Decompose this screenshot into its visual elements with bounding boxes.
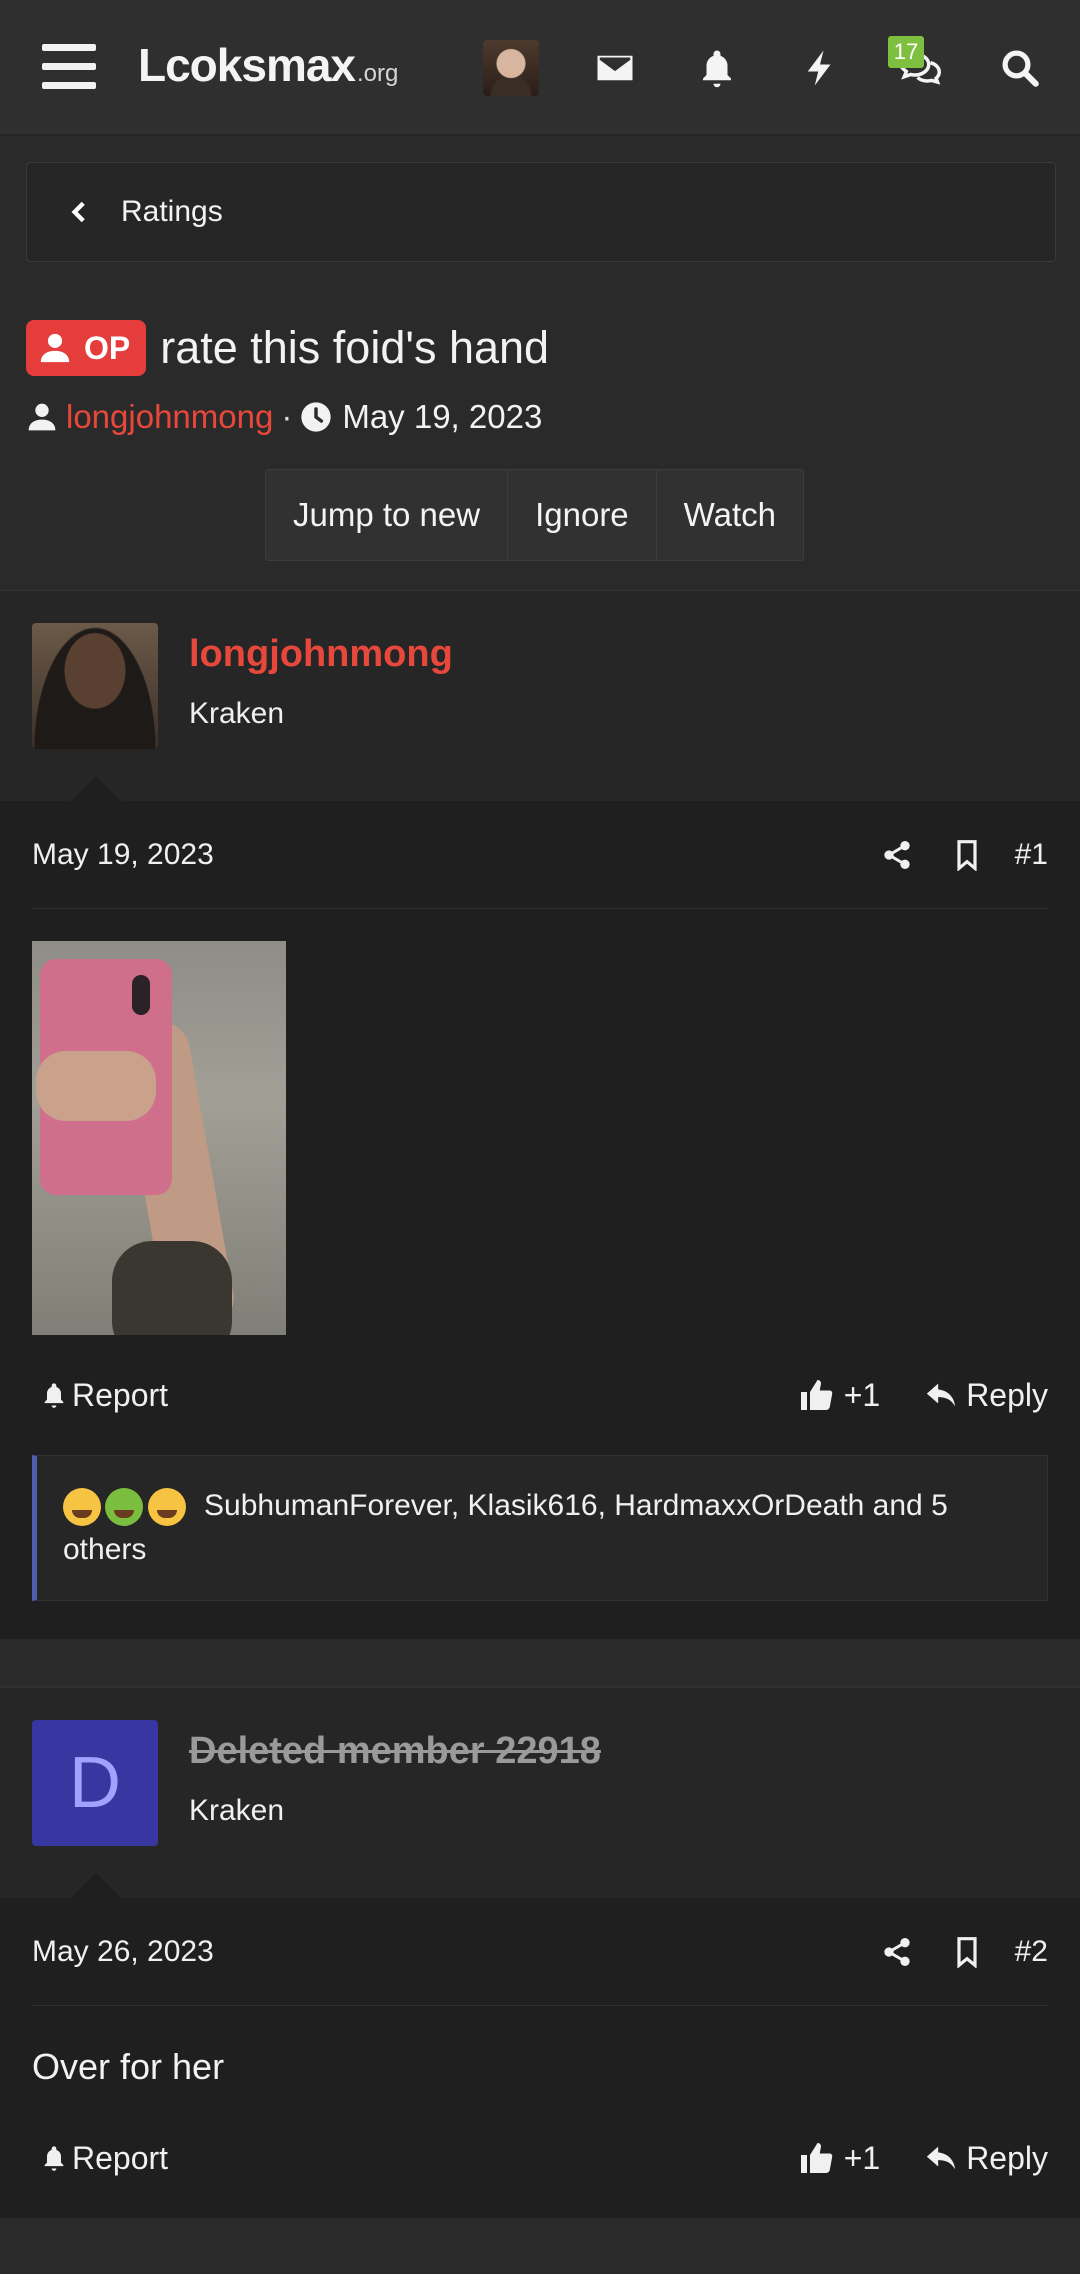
post-username: Deleted member 22918 <box>189 1730 601 1772</box>
bell-icon[interactable] <box>689 40 745 96</box>
share-icon[interactable] <box>862 1936 932 1968</box>
conversations-count-badge: 17 <box>888 36 924 68</box>
reply-button[interactable]: Reply <box>924 2140 1048 2177</box>
post-text: Over for her <box>32 2046 225 2087</box>
attachment-image[interactable] <box>32 941 286 1335</box>
sick-emoji-icon <box>105 1488 144 1527</box>
bookmark-icon[interactable] <box>932 839 1002 871</box>
post-user-block: longjohnmong Kraken <box>0 591 1080 802</box>
chevron-left-icon <box>67 199 93 225</box>
reply-button[interactable]: Reply <box>924 1377 1048 1414</box>
post-user-block: D Deleted member 22918 Kraken <box>0 1688 1080 1899</box>
thumbs-up-icon <box>800 2143 832 2173</box>
avatar[interactable] <box>32 623 158 749</box>
bookmark-icon[interactable] <box>932 1936 1002 1968</box>
report-button[interactable]: Report <box>32 2140 798 2177</box>
thread-author-link[interactable]: longjohnmong <box>66 398 273 436</box>
thread-header: OP rate this foid's hand longjohnmong · … <box>26 320 1056 436</box>
user-rank: Kraken <box>189 697 285 730</box>
reply-icon <box>927 2146 956 2170</box>
like-button[interactable]: +1 <box>798 2140 880 2177</box>
report-button[interactable]: Report <box>32 1377 798 1414</box>
user-icon <box>40 333 70 363</box>
user-icon <box>28 403 56 431</box>
envelope-icon[interactable] <box>587 40 643 96</box>
user-block-caret <box>70 776 122 802</box>
post-number[interactable]: #1 <box>1004 838 1048 872</box>
thread-title: rate this foid's hand <box>160 322 550 373</box>
menu-icon[interactable] <box>42 44 96 90</box>
clock-icon <box>301 402 332 432</box>
like-button[interactable]: +1 <box>798 1377 880 1414</box>
op-badge: OP <box>26 320 147 376</box>
share-icon[interactable] <box>862 839 932 871</box>
user-rank: Kraken <box>189 1794 285 1827</box>
post-2: D Deleted member 22918 Kraken May 26, 20… <box>0 1686 1080 2218</box>
watch-button[interactable]: Watch <box>657 470 803 560</box>
breadcrumb-label: Ratings <box>121 195 223 228</box>
star-eyes-emoji-icon <box>147 1488 186 1527</box>
bolt-icon[interactable] <box>792 40 848 96</box>
bell-icon <box>44 1383 64 1408</box>
ignore-button[interactable]: Ignore <box>508 470 657 560</box>
meta-separator: · <box>281 398 293 435</box>
avatar[interactable]: D <box>32 1720 158 1846</box>
reply-icon <box>927 1383 956 1407</box>
post-date[interactable]: May 26, 2023 <box>32 1935 862 1969</box>
top-navigation-bar: Lcoksmax .org 17 <box>0 0 1080 136</box>
user-block-caret <box>70 1873 122 1899</box>
post-username[interactable]: longjohnmong <box>189 633 453 676</box>
thread-action-bar: Jump to new Ignore Watch <box>265 469 804 561</box>
user-avatar[interactable] <box>483 40 539 96</box>
thumbs-up-icon <box>800 1380 832 1410</box>
post-number[interactable]: #2 <box>1004 1935 1048 1969</box>
post-date[interactable]: May 19, 2023 <box>32 838 862 872</box>
post-1: longjohnmong Kraken May 19, 2023 #1 Repo… <box>0 589 1080 1639</box>
reactions-summary[interactable]: SubhumanForever, Klasik616, HardmaxxOrDe… <box>32 1455 1048 1601</box>
search-icon[interactable] <box>992 40 1048 96</box>
site-logo[interactable]: Lcoksmax .org <box>138 38 398 94</box>
thread-date[interactable]: May 19, 2023 <box>342 398 542 436</box>
bell-icon <box>44 2146 64 2171</box>
breadcrumb[interactable]: Ratings <box>26 162 1056 262</box>
reactions-text: SubhumanForever, Klasik616, HardmaxxOrDe… <box>63 1489 948 1566</box>
jump-to-new-button[interactable]: Jump to new <box>266 470 509 560</box>
laughing-emoji-icon <box>63 1488 101 1527</box>
